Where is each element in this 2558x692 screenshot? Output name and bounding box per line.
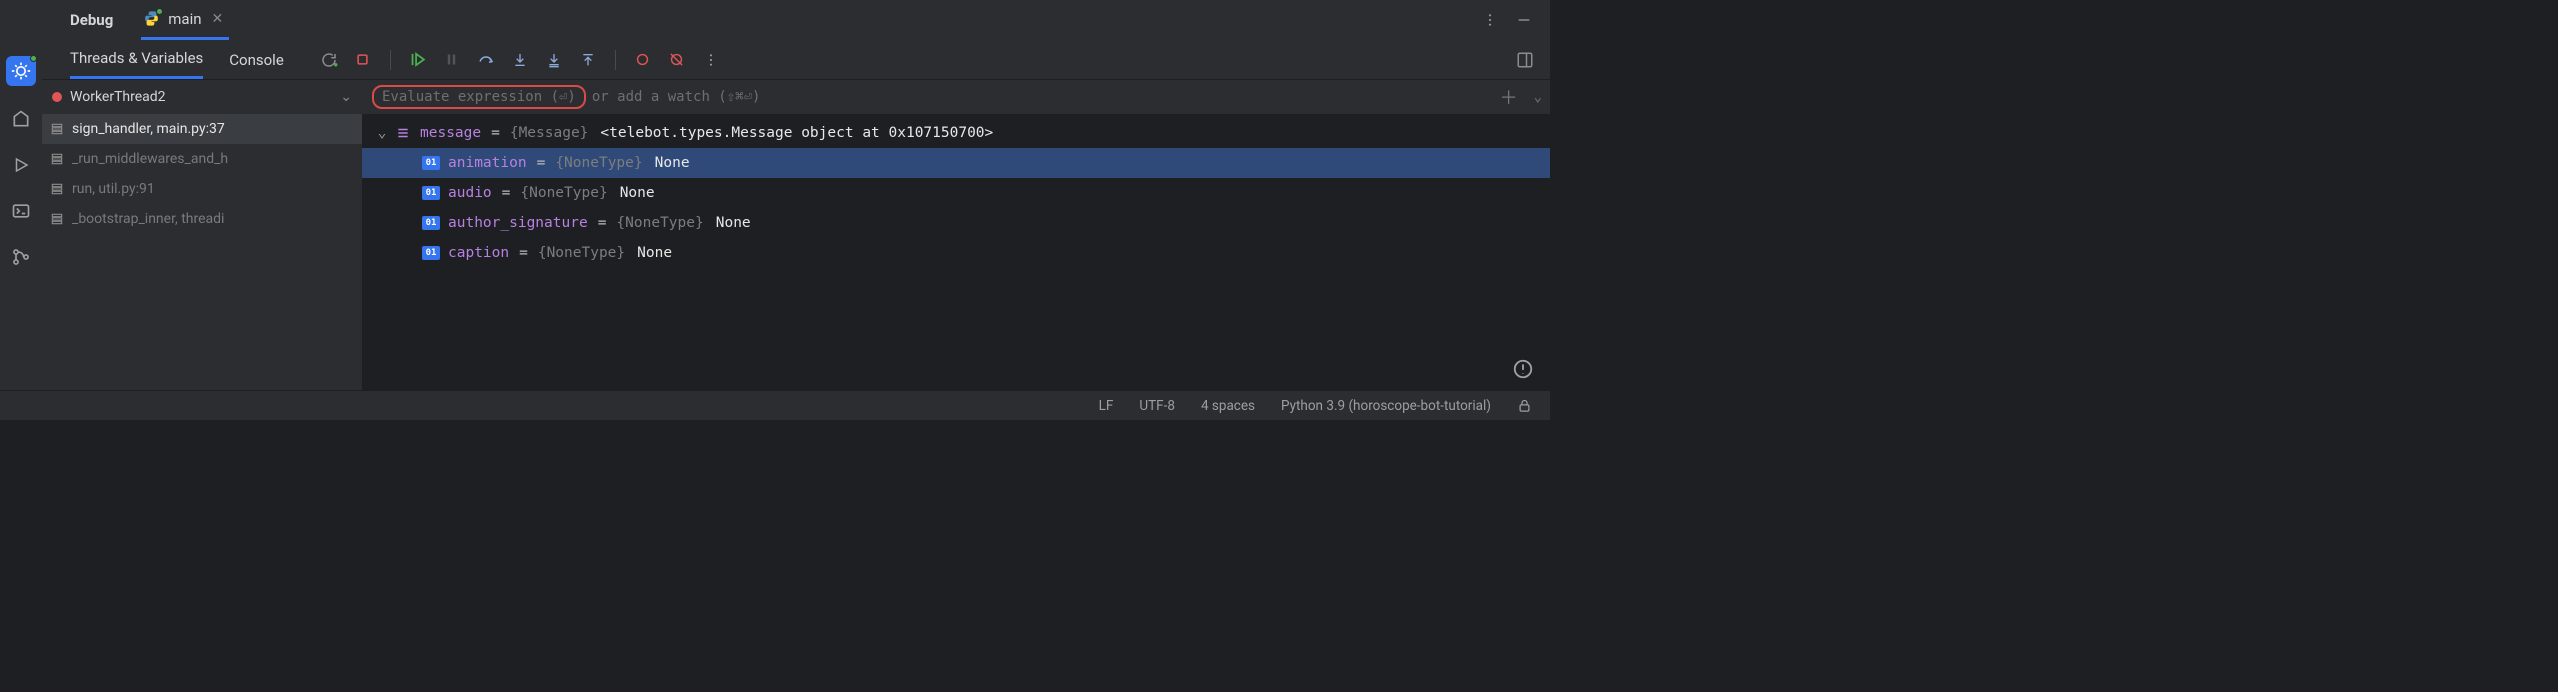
- python-file-icon: [143, 10, 160, 27]
- field-type-icon: 01: [422, 156, 440, 170]
- stack-frame[interactable]: run, util.py:91: [42, 174, 362, 204]
- var-value: None: [655, 155, 690, 171]
- structure-tool-icon[interactable]: [8, 106, 34, 132]
- object-icon: [396, 126, 410, 140]
- stack-frame[interactable]: sign_handler, main.py:37: [42, 114, 362, 144]
- terminal-tool-icon[interactable]: [8, 198, 34, 224]
- var-type: {NoneType}: [538, 245, 625, 261]
- more-actions-icon[interactable]: [700, 49, 722, 71]
- debug-tool-icon[interactable]: [6, 56, 36, 86]
- frames-panel: WorkerThread2 ⌄ sign_handler, main.py:37…: [42, 80, 362, 420]
- layout-settings-icon[interactable]: [1516, 51, 1534, 69]
- frame-label: _bootstrap_inner, threadi: [72, 211, 224, 227]
- eval-placeholder-rest: or add a watch (⇧⌘⏎): [592, 89, 761, 105]
- field-type-icon: 01: [422, 246, 440, 260]
- status-interpreter[interactable]: Python 3.9 (horoscope-bot-tutorial): [1281, 398, 1491, 414]
- rerun-icon[interactable]: ●: [318, 49, 340, 71]
- add-watch-icon[interactable]: ＋: [1500, 84, 1518, 110]
- step-over-icon[interactable]: [475, 49, 497, 71]
- kebab-menu-icon[interactable]: [1482, 12, 1498, 28]
- tab-main-label: main: [168, 10, 201, 28]
- var-value: None: [620, 185, 655, 201]
- thread-name: WorkerThread2: [70, 89, 166, 105]
- status-encoding[interactable]: UTF-8: [1139, 398, 1175, 414]
- var-name: audio: [448, 185, 492, 201]
- var-type: {NoneType}: [616, 215, 703, 231]
- editor-tab-bar: Debug main ✕: [42, 0, 1550, 40]
- lock-icon[interactable]: [1517, 398, 1532, 413]
- close-tab-icon[interactable]: ✕: [212, 11, 224, 27]
- warning-badge-icon[interactable]: [1512, 358, 1536, 382]
- var-child-row[interactable]: 01caption={NoneType}None: [362, 238, 1550, 268]
- vcs-tool-icon[interactable]: [8, 244, 34, 270]
- var-name: author_signature: [448, 215, 588, 231]
- step-into-icon[interactable]: [509, 49, 531, 71]
- frame-icon: [50, 152, 64, 166]
- variables-panel: Evaluate expression (⏎) or add a watch (…: [362, 80, 1550, 420]
- eval-placeholder-highlighted: Evaluate expression (⏎): [372, 85, 586, 109]
- var-type: {NoneType}: [555, 155, 642, 171]
- chevron-down-icon[interactable]: ⌄: [376, 125, 388, 141]
- frame-label: run, util.py:91: [72, 181, 155, 197]
- thread-selector[interactable]: WorkerThread2 ⌄: [42, 80, 362, 114]
- tab-debug[interactable]: Debug: [70, 11, 113, 29]
- var-value: <telebot.types.Message object at 0x10715…: [600, 125, 993, 141]
- status-bar: LF UTF-8 4 spaces Python 3.9 (horoscope-…: [0, 390, 1550, 420]
- sub-tab-threads[interactable]: Threads & Variables: [70, 40, 203, 79]
- evaluate-expression-input[interactable]: Evaluate expression (⏎) or add a watch (…: [362, 80, 1550, 114]
- tab-main-file[interactable]: main ✕: [141, 0, 229, 40]
- stop-icon[interactable]: [352, 49, 374, 71]
- pause-icon[interactable]: [441, 49, 463, 71]
- mute-breakpoints-icon[interactable]: [666, 49, 688, 71]
- frame-label: _run_middlewares_and_h: [72, 151, 228, 167]
- debug-sub-bar: Threads & Variables Console ●: [42, 40, 1550, 80]
- expand-eval-icon[interactable]: ⌄: [1534, 89, 1542, 105]
- var-type: {NoneType}: [520, 185, 607, 201]
- status-indent[interactable]: 4 spaces: [1201, 398, 1255, 414]
- step-into-my-icon[interactable]: [543, 49, 565, 71]
- step-out-icon[interactable]: [577, 49, 599, 71]
- stack-frame[interactable]: _run_middlewares_and_h: [42, 144, 362, 174]
- status-line-ending[interactable]: LF: [1099, 398, 1114, 414]
- minimize-icon[interactable]: [1516, 12, 1532, 28]
- field-type-icon: 01: [422, 186, 440, 200]
- view-breakpoints-icon[interactable]: [632, 49, 654, 71]
- var-value: None: [637, 245, 672, 261]
- frame-icon: [50, 182, 64, 196]
- left-tool-rail: [0, 0, 42, 420]
- sub-tab-console[interactable]: Console: [229, 40, 284, 79]
- frame-icon: [50, 212, 64, 226]
- var-root-row[interactable]: ⌄ message = {Message} <telebot.types.Mes…: [362, 118, 1550, 148]
- frame-label: sign_handler, main.py:37: [72, 121, 225, 137]
- thread-status-dot: [52, 92, 62, 102]
- var-value: None: [716, 215, 751, 231]
- var-name: caption: [448, 245, 509, 261]
- stack-frame[interactable]: _bootstrap_inner, threadi: [42, 204, 362, 234]
- var-name: animation: [448, 155, 527, 171]
- frame-icon: [50, 122, 64, 136]
- var-child-row[interactable]: 01animation={NoneType}None: [362, 148, 1550, 178]
- chevron-down-icon: ⌄: [340, 89, 352, 105]
- var-child-row[interactable]: 01author_signature={NoneType}None: [362, 208, 1550, 238]
- var-name: message: [420, 125, 481, 141]
- resume-icon[interactable]: [407, 49, 429, 71]
- var-type: {Message}: [510, 125, 589, 141]
- var-child-row[interactable]: 01audio={NoneType}None: [362, 178, 1550, 208]
- variables-tree: ⌄ message = {Message} <telebot.types.Mes…: [362, 114, 1550, 420]
- run-tool-icon[interactable]: [8, 152, 34, 178]
- field-type-icon: 01: [422, 216, 440, 230]
